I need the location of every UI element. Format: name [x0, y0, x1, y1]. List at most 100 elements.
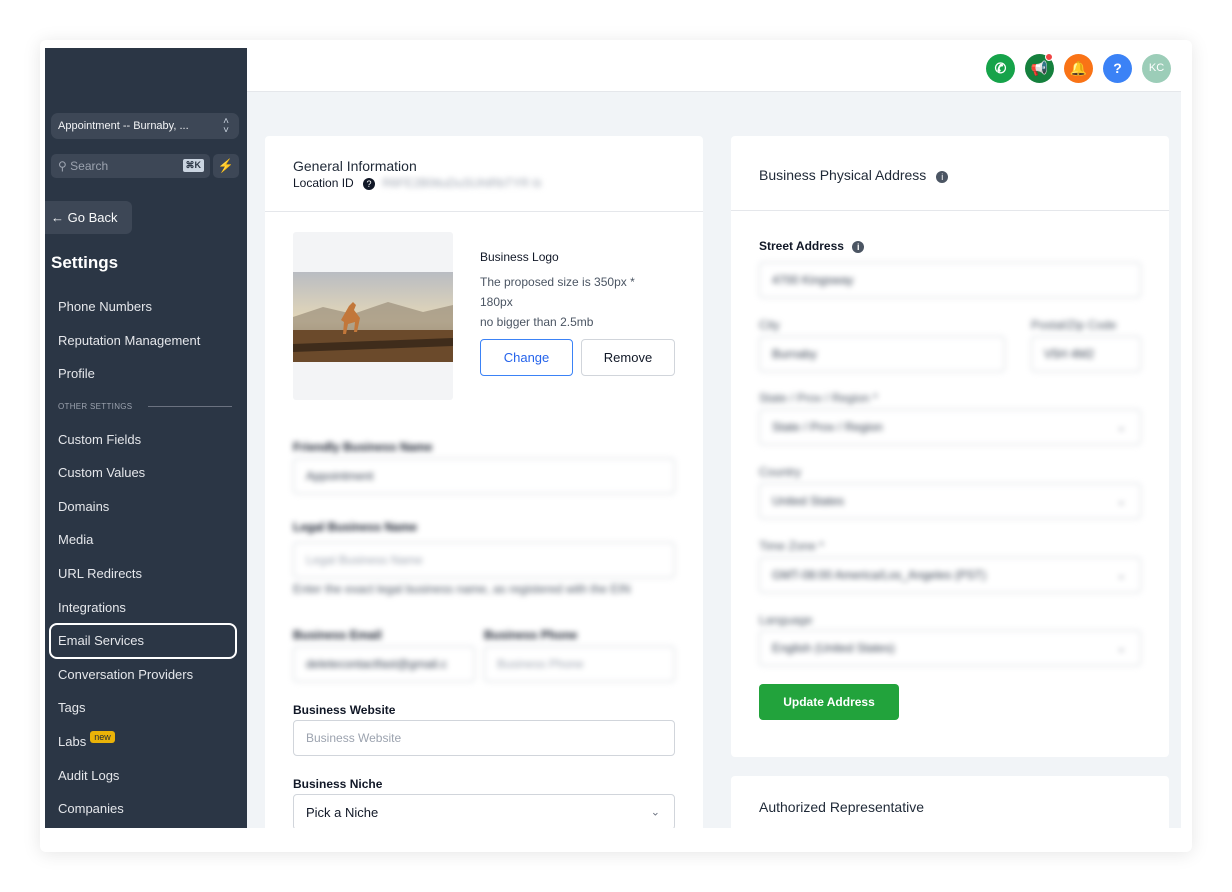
logo-preview [293, 232, 453, 400]
search-placeholder: Search [70, 159, 109, 173]
sidebar-item-conversation-providers[interactable]: Conversation Providers [58, 667, 193, 682]
go-back-button[interactable]: ← Go Back [45, 201, 132, 234]
street-address-label-text: Street Address [759, 239, 844, 253]
sidebar-item-url-redirects[interactable]: URL Redirects [58, 566, 142, 581]
chevron-down-icon: ⌄ [650, 806, 660, 819]
logo-image [293, 272, 453, 362]
business-address-card: Business Physical Address i Street Addre… [731, 136, 1169, 757]
language-label: Language [759, 613, 813, 627]
sidebar-item-custom-values[interactable]: Custom Values [58, 465, 145, 480]
timezone-label: Time Zone * [759, 539, 824, 553]
general-information-card: General Information Location ID ? R6FE2B… [265, 136, 703, 828]
settings-title: Settings [51, 253, 119, 272]
business-address-title-text: Business Physical Address [759, 167, 927, 183]
info-icon[interactable]: i [852, 241, 865, 253]
business-niche-value: Pick a Niche [306, 804, 379, 820]
language-value: English (United States) [772, 641, 895, 655]
business-website-label: Business Website [293, 703, 396, 717]
update-address-button[interactable]: Update Address [759, 684, 899, 720]
quick-actions-button[interactable]: ⚡ [213, 154, 239, 178]
authorized-representative-card: Authorized Representative [731, 776, 1169, 828]
state-select[interactable]: State / Prov / Region ⌄ [759, 409, 1141, 445]
legal-name-input[interactable]: Legal Business Name [293, 542, 675, 578]
search-icon: ⚲ [58, 159, 67, 173]
search-input[interactable]: ⚲ Search ⌘K [51, 154, 210, 178]
legal-name-hint: Enter the exact legal business name, as … [293, 582, 631, 596]
business-address-title: Business Physical Address i [759, 167, 949, 183]
top-bar: ✆ 📢 🔔 ? KC [247, 48, 1181, 92]
chevron-down-icon: ⌄ [1116, 421, 1126, 434]
sidebar-item-media[interactable]: Media [58, 532, 93, 547]
new-badge: new [90, 731, 115, 743]
friendly-name-label: Friendly Business Name [293, 440, 433, 454]
sidebar-item-reputation-management[interactable]: Reputation Management [58, 333, 200, 348]
business-niche-label: Business Niche [293, 777, 383, 791]
location-id-label: Location ID [293, 176, 354, 190]
help-icon[interactable]: ? [1103, 54, 1132, 83]
business-niche-select[interactable]: Pick a Niche ⌄ [293, 794, 675, 828]
sidebar-item-integrations[interactable]: Integrations [58, 600, 126, 615]
sidebar-item-phone-numbers[interactable]: Phone Numbers [58, 299, 152, 314]
sidebar-item-labs[interactable]: Labs new [58, 731, 115, 749]
bell-icon[interactable]: 🔔 [1064, 54, 1093, 83]
location-id-row: Location ID ? R6FE2B0ttuDuSUhtRbTYR ⧉ [293, 176, 541, 191]
remove-logo-button[interactable]: Remove [581, 339, 675, 376]
phone-icon[interactable]: ✆ [986, 54, 1015, 83]
street-address-label: Street Address i [759, 239, 865, 253]
timezone-value: GMT-08:00 America/Los_Angeles (PST) [772, 568, 987, 582]
business-email-input[interactable]: deletecontactfast@gmail.c [293, 646, 475, 682]
logo-hint-line1: The proposed size is 350px * [480, 275, 635, 289]
business-logo-title: Business Logo [480, 250, 559, 264]
notification-dot [1045, 53, 1053, 61]
location-switcher[interactable]: Appointment -- Burnaby, ... ˄ ˅ [51, 113, 239, 139]
bolt-icon: ⚡ [217, 158, 235, 173]
chevron-down-icon: ⌄ [1116, 642, 1126, 655]
country-label: Country [759, 465, 802, 479]
business-phone-input[interactable]: Business Phone [484, 646, 675, 682]
sidebar-item-email-services[interactable]: Email Services [58, 633, 144, 648]
sidebar-item-domains[interactable]: Domains [58, 499, 109, 514]
street-address-input[interactable]: 4700 Kingsway [759, 262, 1141, 298]
help-icon[interactable]: ? [363, 178, 376, 190]
general-information-title: General Information [293, 158, 417, 174]
language-select[interactable]: English (United States) ⌄ [759, 630, 1141, 666]
country-value: United States [772, 494, 845, 508]
state-label: State / Prov / Region * [759, 391, 878, 405]
location-id-value: R6FE2B0ttuDuSUhtRbTYR [382, 176, 530, 190]
zip-label: Postal/Zip Code [1031, 318, 1117, 332]
address-header-divider [731, 210, 1169, 211]
sidebar-item-audit-logs[interactable]: Audit Logs [58, 768, 119, 783]
chevron-down-icon: ⌄ [1116, 495, 1126, 508]
avatar[interactable]: KC [1142, 54, 1171, 83]
business-phone-label: Business Phone [484, 628, 578, 642]
friendly-name-input[interactable]: Appointment [293, 458, 675, 494]
section-label-other-settings: OTHER SETTINGS [58, 402, 133, 411]
logo-hint-line2: 180px [480, 295, 513, 309]
section-divider [148, 406, 232, 407]
business-email-label: Business Email [293, 628, 382, 642]
state-value: State / Prov / Region [772, 420, 883, 434]
zip-input[interactable]: V5H 4M2 [1031, 336, 1141, 372]
search-shortcut: ⌘K [182, 159, 204, 172]
authorized-representative-title: Authorized Representative [759, 799, 924, 815]
sidebar-item-tags[interactable]: Tags [58, 700, 85, 715]
sidebar: Appointment -- Burnaby, ... ˄ ˅ ⚲ Search … [45, 48, 247, 828]
sidebar-item-labs-label: Labs [58, 734, 87, 749]
chevron-down-icon: ⌄ [1116, 569, 1126, 582]
sidebar-item-custom-fields[interactable]: Custom Fields [58, 432, 141, 447]
change-logo-button[interactable]: Change [480, 339, 573, 376]
chevron-updown-icon: ˄ ˅ [223, 116, 229, 136]
sidebar-item-profile[interactable]: Profile [58, 366, 95, 381]
sidebar-item-companies[interactable]: Companies [58, 801, 124, 816]
business-website-input[interactable]: Business Website [293, 720, 675, 756]
header-divider [265, 211, 703, 212]
info-icon[interactable]: i [936, 171, 949, 183]
city-input[interactable]: Burnaby [759, 336, 1005, 372]
location-switcher-label: Appointment -- Burnaby, ... [58, 120, 189, 132]
city-label: City [759, 318, 780, 332]
timezone-select[interactable]: GMT-08:00 America/Los_Angeles (PST) ⌄ [759, 557, 1141, 593]
country-select[interactable]: United States ⌄ [759, 483, 1141, 519]
legal-name-label: Legal Business Name [293, 520, 418, 534]
app-window: Appointment -- Burnaby, ... ˄ ˅ ⚲ Search … [45, 48, 1181, 828]
copy-icon[interactable]: ⧉ [532, 176, 541, 190]
